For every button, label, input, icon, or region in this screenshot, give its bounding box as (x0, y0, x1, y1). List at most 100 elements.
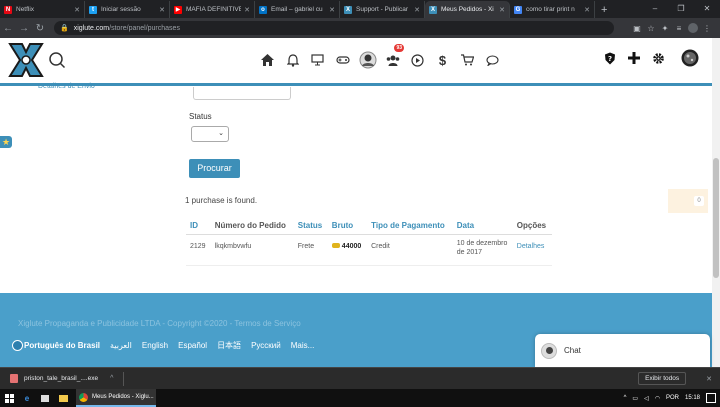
keyboard-language[interactable]: POR (666, 395, 679, 401)
puzzle-icon[interactable]: ✦ (658, 24, 672, 33)
language-spanish[interactable]: Español (178, 341, 207, 350)
browser-tab-label: Meus Pedidos - Xi (441, 6, 494, 13)
language-russian[interactable]: Русский (251, 341, 281, 350)
column-header-id[interactable]: ID (186, 217, 211, 235)
status-select[interactable]: ⌄ (191, 126, 229, 142)
column-header-payment-type[interactable]: Tipo de Pagamento (367, 217, 453, 235)
table-row: 2129 lkqkmbvwfu Frete 44000 Credit 10 de… (186, 234, 552, 266)
close-tab-icon[interactable]: ✕ (414, 6, 420, 14)
network-icon[interactable]: ▭ (632, 395, 638, 402)
url-input[interactable]: 🔒 xiglute.com/store/panel/purchases (54, 21, 614, 35)
results-count: 1 purchase is found. (185, 196, 258, 205)
back-icon[interactable]: ← (0, 23, 16, 34)
close-tab-icon[interactable]: ✕ (244, 6, 250, 14)
wifi-icon[interactable]: ◠ (655, 395, 660, 402)
browser-tab[interactable]: Gcomo tirar print n ✕ (510, 1, 595, 18)
side-widget[interactable]: 0 (668, 189, 708, 213)
column-header-order-number: Número do Pedido (210, 217, 294, 235)
bell-icon[interactable] (280, 48, 305, 72)
play-icon[interactable] (405, 48, 430, 72)
notification-icon[interactable] (706, 393, 716, 403)
chevron-up-icon[interactable]: ^ (110, 375, 113, 382)
gear-icon[interactable] (646, 52, 670, 68)
download-file-name: priston_tale_brasil_....exe (24, 375, 99, 382)
language-arabic[interactable]: العربية (110, 341, 132, 350)
browser-tab[interactable]: o Email – gabriel cu ✕ (255, 1, 340, 18)
volume-icon[interactable]: ◁ (644, 395, 649, 402)
download-item[interactable]: priston_tale_brasil_....exe ^ (10, 374, 113, 383)
close-tab-icon[interactable]: ✕ (329, 6, 335, 14)
gamepad-icon[interactable] (330, 48, 355, 72)
home-icon[interactable] (255, 48, 280, 72)
close-window-icon[interactable]: ✕ (694, 0, 720, 18)
profile-avatar-icon[interactable] (678, 49, 702, 70)
maximize-icon[interactable]: ❐ (668, 0, 694, 18)
user-avatar[interactable] (355, 48, 380, 72)
media-icon[interactable]: ≡ (672, 24, 686, 33)
browser-tab[interactable]: X Meus Pedidos - Xi ✕ (425, 1, 510, 18)
chat-label: Chat (564, 346, 581, 355)
address-bar: ← → ↻ 🔒 xiglute.com/store/panel/purchase… (0, 18, 720, 38)
main-nav: 93 $ (255, 44, 505, 72)
netflix-icon: N (4, 5, 12, 14)
page-scrollbar[interactable] (712, 38, 720, 367)
shipping-details-link[interactable]: Detalhes de Envio (38, 83, 95, 90)
chat-bubble-icon[interactable] (480, 48, 505, 72)
taskbar-chrome-app[interactable]: Meus Pedidos - Xiglu... (76, 389, 156, 407)
extension-icon[interactable]: ▣ (630, 24, 644, 33)
menu-kebab-icon[interactable]: ⋮ (700, 24, 714, 33)
browser-tab[interactable]: X Support - Publicar ✕ (340, 1, 425, 18)
previous-filter-field[interactable] (193, 87, 291, 100)
browser-tab[interactable]: t Iniciar sessão ✕ (85, 1, 170, 18)
windows-start-icon[interactable] (0, 389, 18, 407)
monitor-icon[interactable] (305, 48, 330, 72)
scrollbar-thumb[interactable] (713, 158, 719, 278)
language-list: Português do Brasil العربية English Espa… (12, 340, 324, 351)
dollar-icon[interactable]: $ (430, 48, 455, 72)
chrome-icon (79, 392, 88, 402)
language-more[interactable]: Mais... (291, 341, 315, 350)
bookmark-star-icon[interactable]: ☆ (644, 24, 658, 33)
cart-icon[interactable] (455, 48, 480, 72)
browser-tab[interactable]: N Netflix ✕ (0, 1, 85, 18)
column-header-date[interactable]: Data (452, 217, 513, 235)
forward-icon[interactable]: → (16, 23, 32, 34)
store-icon[interactable] (36, 389, 54, 407)
close-tab-icon[interactable]: ✕ (499, 6, 505, 14)
column-header-gross[interactable]: Bruto (327, 217, 368, 235)
edge-icon[interactable]: e (18, 389, 36, 407)
minimize-icon[interactable]: – (642, 0, 668, 18)
star-icon[interactable]: ★ (0, 136, 12, 148)
chevron-down-icon: ⌄ (218, 130, 224, 137)
friends-icon[interactable]: 93 (380, 44, 405, 72)
search-icon[interactable] (48, 51, 66, 69)
profile-avatar[interactable] (688, 23, 698, 33)
close-tab-icon[interactable]: ✕ (584, 6, 590, 14)
new-tab-button[interactable]: + (595, 1, 613, 18)
language-current[interactable]: Português do Brasil (12, 340, 100, 351)
language-english[interactable]: English (142, 341, 168, 350)
column-header-status[interactable]: Status (293, 217, 328, 235)
xiglute-logo[interactable] (6, 40, 46, 80)
reload-icon[interactable]: ↻ (32, 23, 48, 34)
tab-list: N Netflix ✕ t Iniciar sessão ✕ ▶ MAFIA DEFINITI… (0, 1, 595, 18)
language-label: Português do Brasil (24, 341, 101, 350)
taskbar-app-label: Meus Pedidos - Xiglu... (92, 394, 154, 400)
show-all-downloads-button[interactable]: Exibir todos (638, 372, 687, 385)
purchases-table: ID Número do Pedido Status Bruto Tipo de… (186, 217, 552, 266)
close-tab-icon[interactable]: ✕ (74, 6, 80, 14)
add-icon[interactable] (622, 52, 646, 67)
search-button[interactable]: Procurar (189, 159, 240, 178)
chat-widget[interactable]: Chat (535, 334, 710, 367)
close-tab-icon[interactable]: ✕ (159, 6, 165, 14)
help-shield-icon[interactable]: ? (598, 52, 622, 68)
copyright-text: Xiglute Propaganda e Publicidade LTDA - … (18, 319, 301, 328)
close-icon[interactable]: ✕ (706, 375, 712, 383)
browser-tab[interactable]: ▶ MAFIA DEFINITIVE ✕ (170, 1, 255, 18)
details-link[interactable]: Detalhes (512, 234, 552, 266)
tray-chevron-icon[interactable]: ^ (624, 395, 627, 401)
browser-tab-strip: N Netflix ✕ t Iniciar sessão ✕ ▶ MAFIA DEFINITI… (0, 0, 720, 18)
language-japanese[interactable]: 日本語 (217, 340, 241, 351)
folder-icon[interactable] (54, 389, 72, 407)
clock[interactable]: 15:18 (685, 395, 700, 401)
